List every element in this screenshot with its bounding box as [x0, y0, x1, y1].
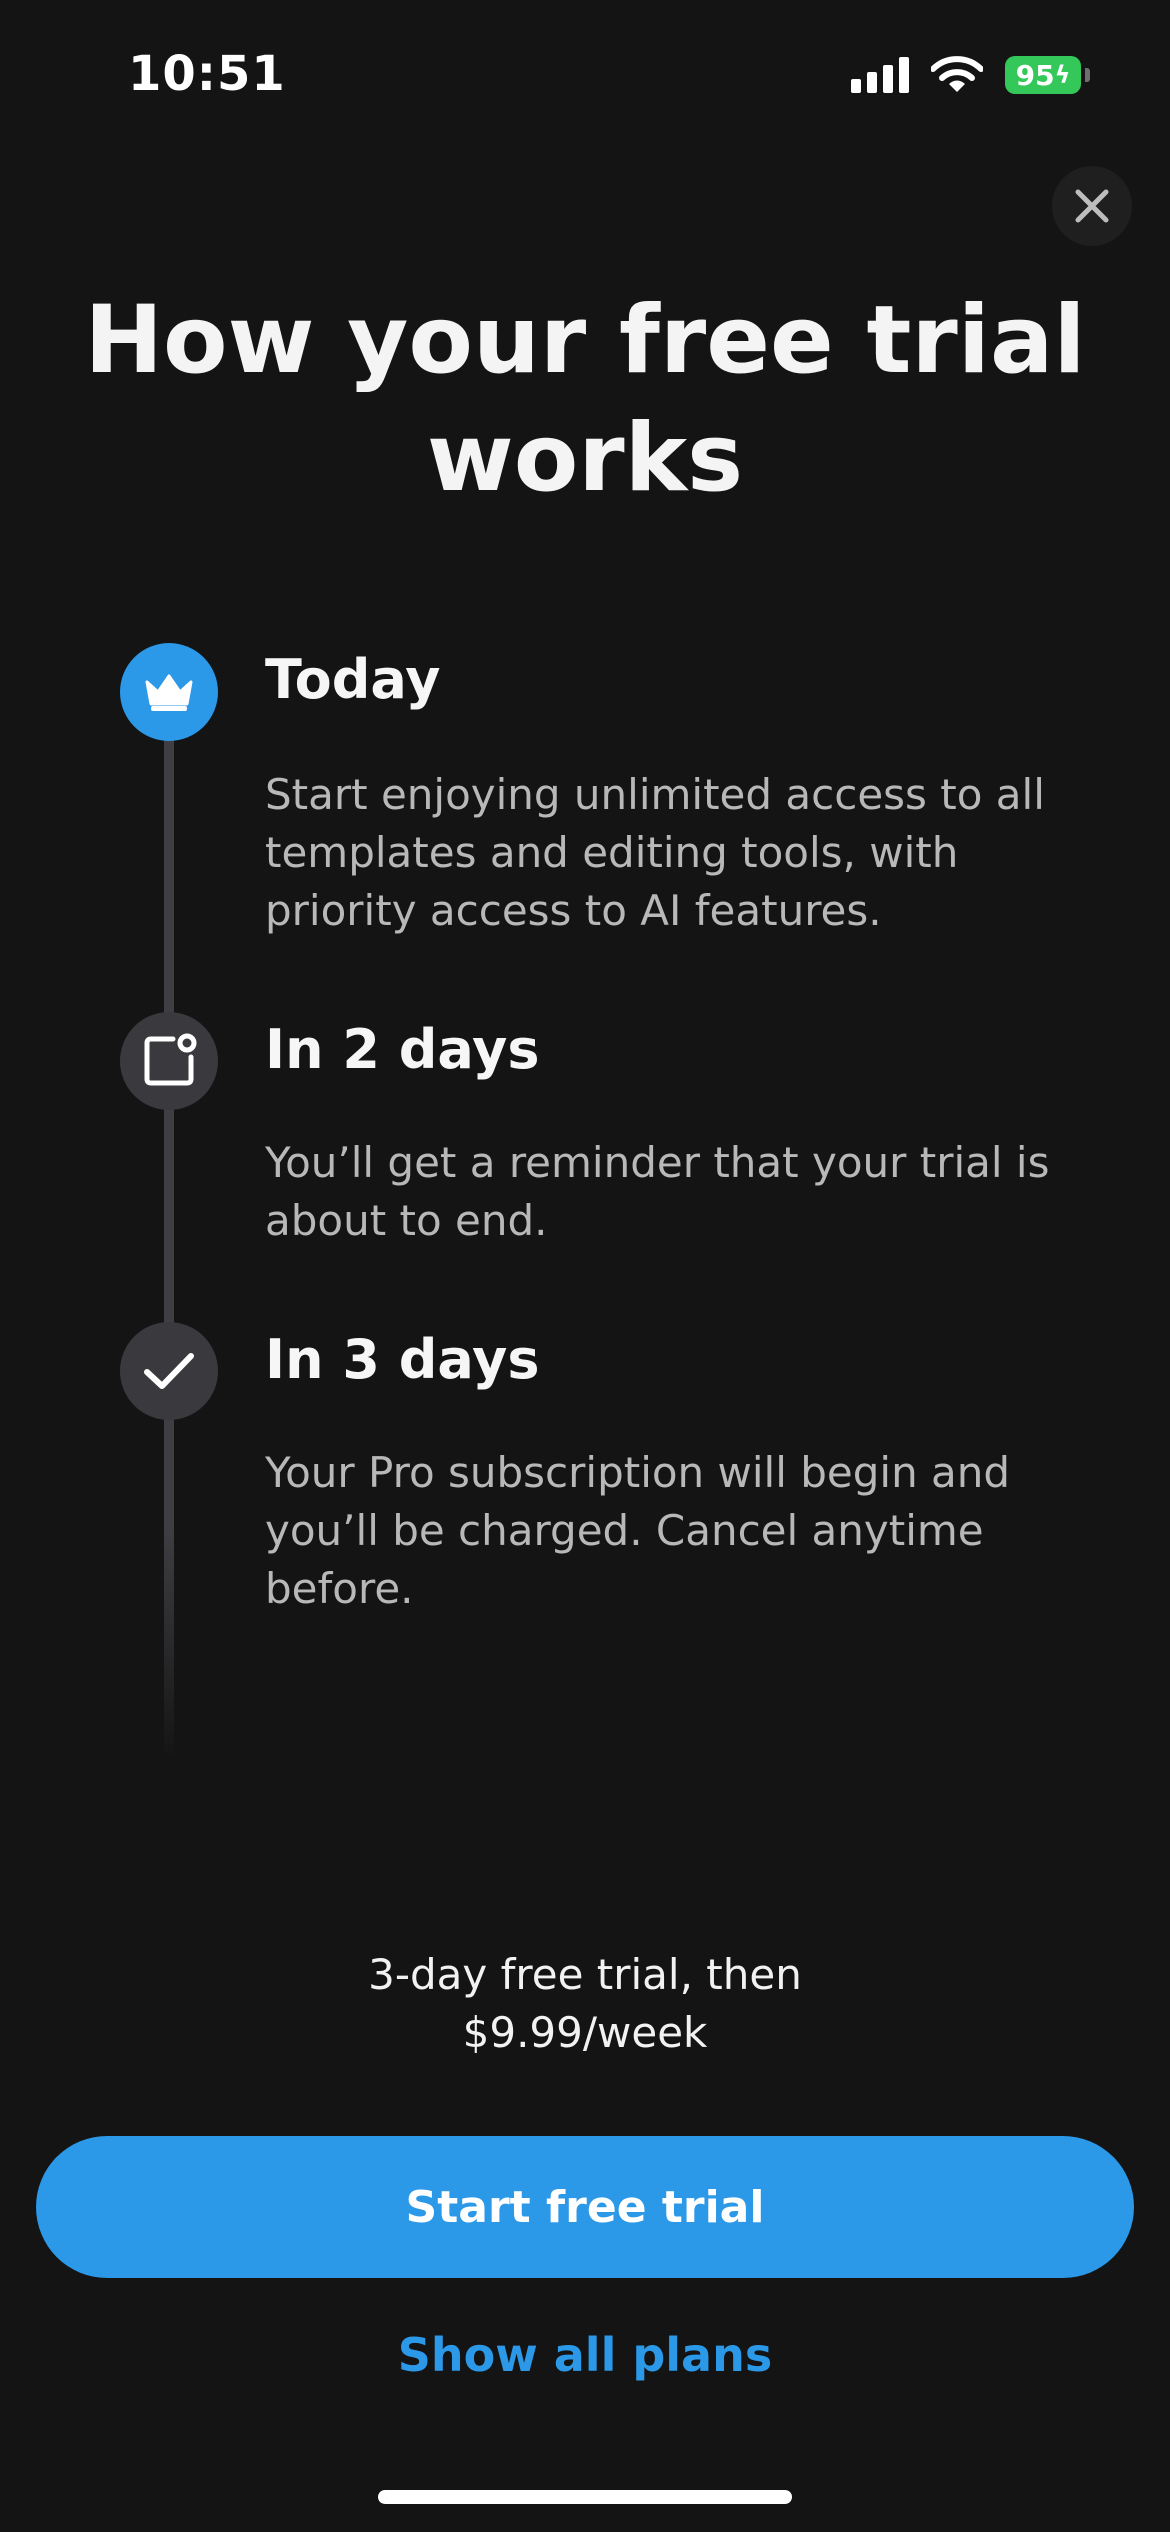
step-3-days-title: In 3 days [265, 1328, 540, 1391]
battery-level: 95 [1015, 58, 1055, 92]
step-2-days-description: You’ll get a reminder that your trial is… [265, 1138, 1050, 1245]
pricing-text: 3-day free trial, then $9.99/week [160, 1946, 1010, 2062]
battery-icon: 95 ϟ [1005, 56, 1081, 94]
wifi-icon [931, 56, 983, 92]
status-time: 10:51 [128, 46, 286, 102]
step-3-days-icon [120, 1322, 218, 1420]
step-2-days-title: In 2 days [265, 1018, 540, 1081]
step-today-icon [120, 643, 218, 741]
signal-icon [851, 57, 909, 93]
pricing-line-2: $9.99/week [462, 2008, 708, 2057]
close-button[interactable] [1052, 166, 1132, 246]
home-indicator [378, 2490, 792, 2504]
close-icon [1075, 189, 1109, 223]
pricing-line-1: 3-day free trial, then [368, 1950, 802, 1999]
step-3-days-description: Your Pro subscription will begin and you… [265, 1448, 1011, 1613]
step-today-description: Start enjoying unlimited access to all t… [265, 770, 1045, 935]
notification-icon [144, 1033, 197, 1086]
battery-cap [1085, 68, 1090, 82]
status-bar: 10:51 95 ϟ [0, 0, 1170, 150]
timeline-track [164, 700, 174, 1760]
status-icons: 95 ϟ [851, 56, 1090, 94]
step-today-title: Today [265, 648, 441, 711]
start-free-trial-button[interactable]: Start free trial [36, 2136, 1134, 2278]
crown-icon [145, 674, 193, 711]
page-title: How your free trial works [84, 286, 1086, 513]
step-2-days-icon [120, 1012, 218, 1110]
show-all-plans-link[interactable]: Show all plans [285, 2320, 885, 2390]
checkmark-icon [144, 1353, 194, 1389]
